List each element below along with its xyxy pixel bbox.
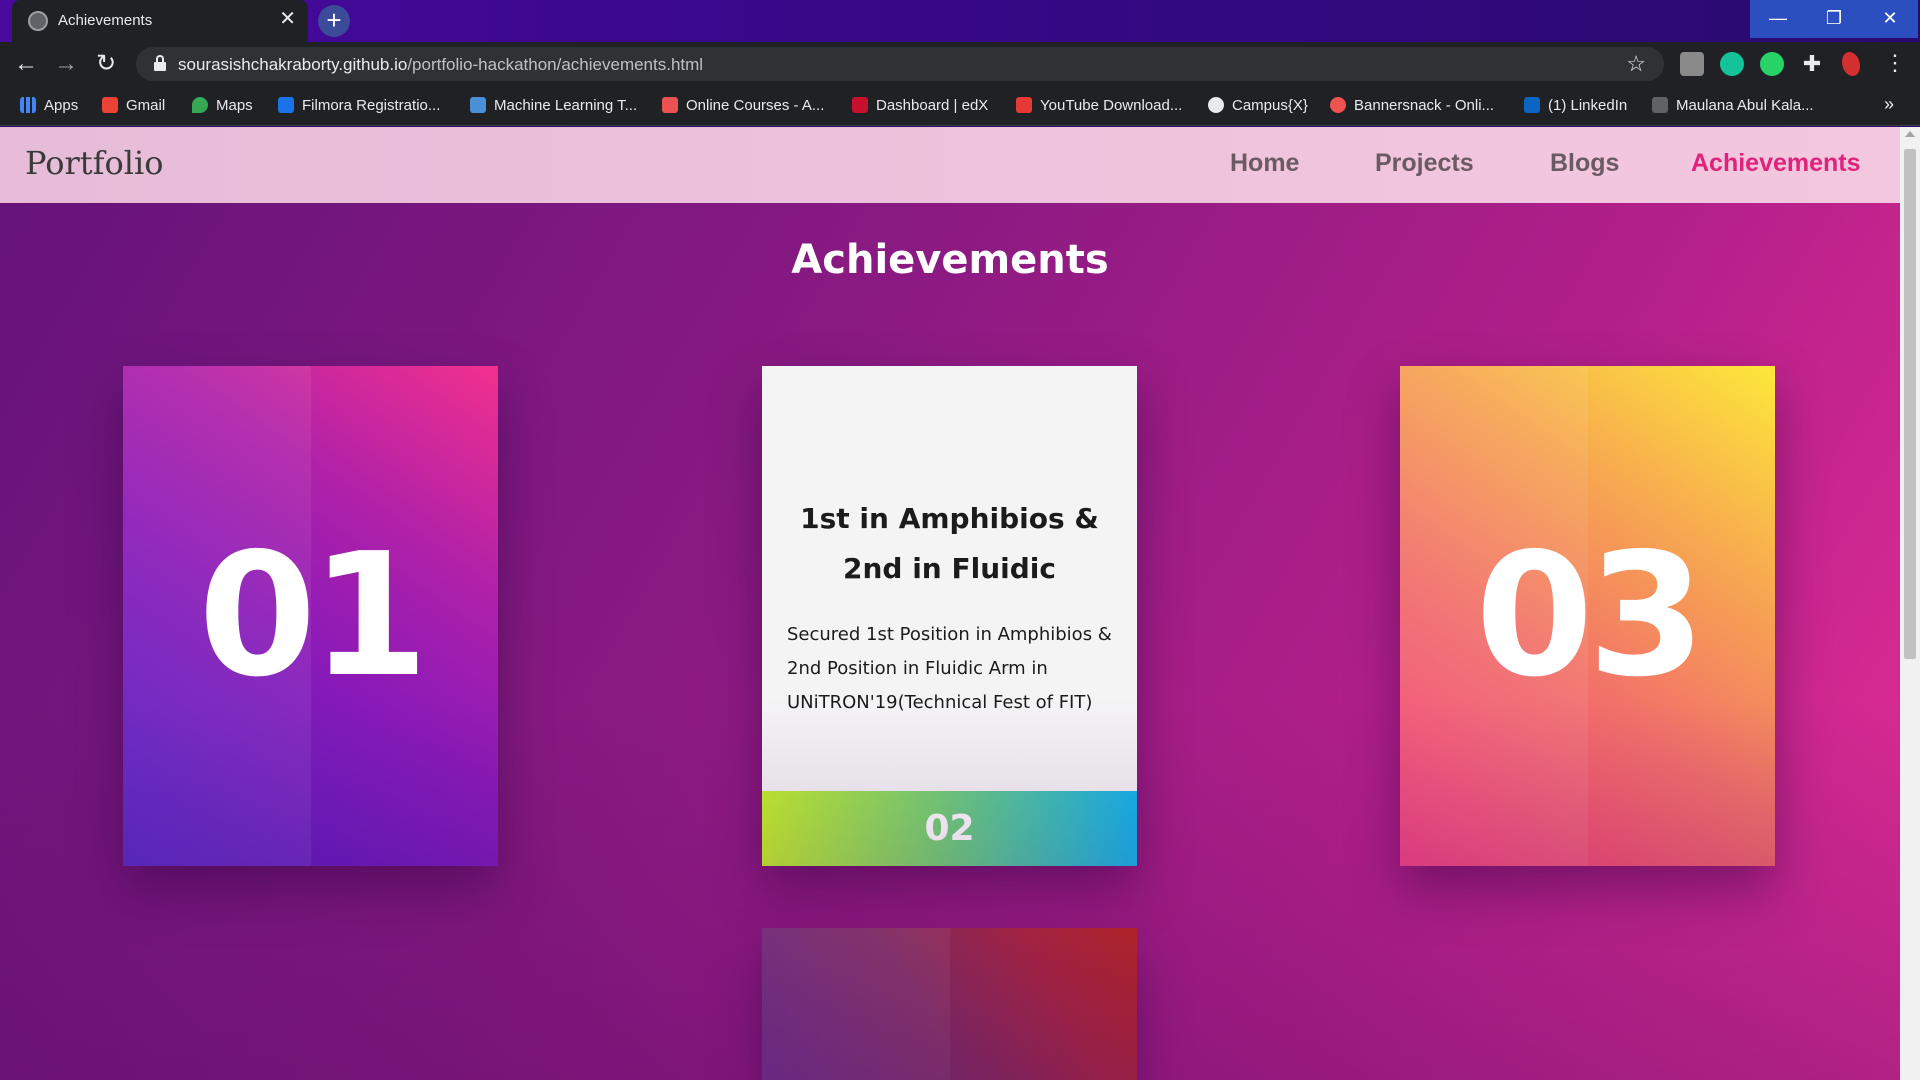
lock-icon <box>154 55 166 71</box>
bookmarks-bar: Apps Gmail Maps Filmora Registratio... M… <box>0 86 1920 126</box>
bookmark-campusx[interactable]: Campus{X} <box>1208 96 1308 116</box>
grammarly-icon[interactable] <box>1720 52 1744 76</box>
forward-arrow-icon[interactable]: → <box>50 48 82 80</box>
nav-projects[interactable]: Projects <box>1375 149 1474 178</box>
edx-icon <box>852 97 868 113</box>
page-viewport: Portfolio Home Projects Blogs Achievemen… <box>0 127 1900 1080</box>
is-icon <box>470 97 486 113</box>
site-brand[interactable]: Portfolio <box>25 144 164 182</box>
url-text: sourasishchakraborty.github.io/portfolio… <box>178 55 703 75</box>
gmail-icon <box>102 97 118 113</box>
nav-home[interactable]: Home <box>1230 149 1299 178</box>
cap-icon <box>1652 97 1668 113</box>
card-number: 02 <box>924 808 975 849</box>
puzzle-extensions-icon[interactable]: ✚ <box>1800 52 1824 76</box>
site-navbar: Portfolio Home Projects Blogs Achievemen… <box>0 127 1900 203</box>
browser-tab-strip: Achievements ✕ + — ❐ ✕ <box>0 0 1920 42</box>
nav-blogs[interactable]: Blogs <box>1550 149 1619 178</box>
achievement-card-2[interactable]: 1st in Amphibios & 2nd in Fluidic Secure… <box>762 366 1137 866</box>
address-bar[interactable]: sourasishchakraborty.github.io/portfolio… <box>136 47 1664 81</box>
bookmark-star-icon[interactable]: ☆ <box>1626 51 1646 77</box>
bookmarks-overflow-icon[interactable]: » <box>1884 94 1894 115</box>
restore-icon[interactable]: ❐ <box>1806 0 1862 38</box>
bookmark-online-courses[interactable]: Online Courses - A... <box>662 96 824 116</box>
achievement-card-1[interactable]: 01 <box>123 366 498 866</box>
filmora-icon <box>278 97 294 113</box>
whatsapp-icon[interactable] <box>1760 52 1784 76</box>
card-shade <box>762 928 950 1080</box>
bookmark-filmora[interactable]: Filmora Registratio... <box>278 96 440 116</box>
bookmark-machine-learning[interactable]: Machine Learning T... <box>470 96 637 116</box>
card-footer: 02 <box>762 791 1137 866</box>
window-close-icon[interactable]: ✕ <box>1862 0 1918 38</box>
browser-menu-icon[interactable]: ⋮ <box>1884 50 1906 76</box>
card-number: 01 <box>198 517 429 715</box>
achievement-card-4[interactable] <box>762 928 1137 1080</box>
bannersnack-icon <box>1330 97 1346 113</box>
udemy-icon <box>662 97 678 113</box>
apps-grid-icon <box>20 97 36 113</box>
browser-toolbar: ← → ↻ sourasishchakraborty.github.io/por… <box>0 42 1920 86</box>
maps-icon <box>192 97 208 113</box>
extension-icon[interactable] <box>1680 52 1704 76</box>
bookmark-linkedin[interactable]: (1) LinkedIn <box>1524 96 1627 116</box>
globe-icon <box>28 11 48 31</box>
bookmark-maulana[interactable]: Maulana Abul Kala... <box>1652 96 1814 116</box>
page-scrollbar[interactable] <box>1900 127 1920 1080</box>
bookmark-youtube-download[interactable]: YouTube Download... <box>1016 96 1182 116</box>
url-path: /portfolio-hackathon/achievements.html <box>407 55 704 74</box>
minimize-icon[interactable]: — <box>1750 0 1806 38</box>
card-heading: 1st in Amphibios & 2nd in Fluidic <box>800 502 1099 585</box>
browser-tab[interactable]: Achievements ✕ <box>12 0 308 42</box>
profile-extension-icon[interactable] <box>1842 52 1860 76</box>
nav-achievements[interactable]: Achievements <box>1691 149 1861 178</box>
tab-title: Achievements <box>58 12 153 29</box>
bookmark-gmail[interactable]: Gmail <box>102 96 165 116</box>
bookmark-apps[interactable]: Apps <box>20 96 78 116</box>
page-title: Achievements <box>791 237 1109 283</box>
bookmark-bannersnack[interactable]: Bannersnack - Onli... <box>1330 96 1494 116</box>
new-tab-button[interactable]: + <box>318 5 350 37</box>
scroll-up-arrow-icon[interactable] <box>1905 131 1915 137</box>
tab-close-icon[interactable]: ✕ <box>279 9 296 29</box>
back-arrow-icon[interactable]: ← <box>10 48 42 80</box>
url-host: sourasishchakraborty.github.io <box>178 55 408 74</box>
reload-icon[interactable]: ↻ <box>90 48 122 80</box>
bookmark-maps[interactable]: Maps <box>192 96 253 116</box>
scroll-thumb[interactable] <box>1904 149 1916 659</box>
linkedin-icon <box>1524 97 1540 113</box>
card-number: 03 <box>1475 517 1706 715</box>
bookmark-edx[interactable]: Dashboard | edX <box>852 96 988 116</box>
card-description: Secured 1st Position in Amphibios & 2nd … <box>787 624 1112 713</box>
globe-icon <box>1208 97 1224 113</box>
achievement-card-3[interactable]: 03 <box>1400 366 1775 866</box>
download-icon <box>1016 97 1032 113</box>
